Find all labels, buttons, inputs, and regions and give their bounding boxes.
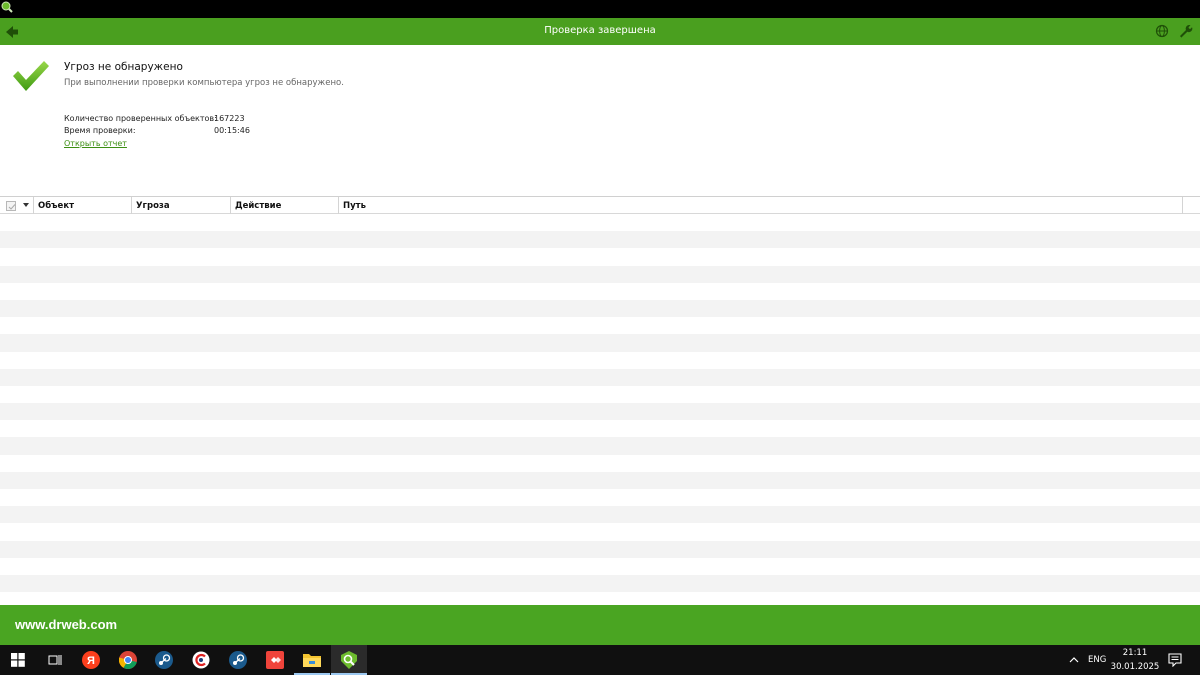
dropdown-arrow-icon[interactable] (23, 203, 29, 207)
globe-icon[interactable] (1155, 24, 1169, 38)
table-row (0, 506, 1200, 524)
drweb-icon (341, 651, 357, 669)
table-row (0, 265, 1200, 283)
chevron-up-icon[interactable] (1068, 654, 1080, 666)
select-all-column (0, 197, 34, 214)
table-row (0, 317, 1200, 334)
steam-icon (155, 651, 173, 669)
scan-result-panel: Угроз не обнаружено При выполнении прове… (0, 45, 1200, 605)
table-row (0, 334, 1200, 352)
column-threat[interactable]: Угроза (132, 197, 231, 214)
table-row (0, 523, 1200, 540)
column-action[interactable]: Действие (231, 197, 339, 214)
chrome-icon (119, 651, 137, 669)
folder-icon (303, 654, 321, 667)
wrench-icon[interactable] (1178, 23, 1193, 38)
ccleaner-icon (192, 651, 210, 669)
checked-objects-label: Количество проверенных объектов: (64, 114, 217, 123)
window-titlebar (0, 0, 1200, 18)
table-row (0, 592, 1200, 605)
column-path[interactable]: Путь (339, 197, 1183, 214)
table-row (0, 558, 1200, 575)
steam[interactable] (146, 645, 182, 675)
yandex-icon: Я (82, 651, 100, 669)
table-row (0, 403, 1200, 421)
task-view-button[interactable] (36, 645, 72, 675)
result-description: При выполнении проверки компьютера угроз… (64, 78, 344, 88)
checkmark-icon (13, 61, 49, 91)
language-indicator[interactable]: ENG (1088, 655, 1106, 665)
table-row (0, 386, 1200, 403)
table-row (0, 489, 1200, 506)
table-row (0, 368, 1200, 386)
windows-icon (11, 653, 25, 667)
table-row (0, 299, 1200, 318)
chrome[interactable] (110, 645, 146, 675)
scan-time-value: 00:15:46 (214, 126, 250, 135)
table-header: Объект Угроза Действие Путь (0, 197, 1200, 214)
file-explorer[interactable] (294, 645, 330, 675)
taskbar: Я ENG 21:11 30.01.2025 (0, 645, 1200, 675)
column-object[interactable]: Объект (34, 197, 132, 214)
checked-objects-value: 167223 (214, 114, 245, 123)
page-title: Проверка завершена (544, 25, 656, 36)
table-row (0, 471, 1200, 489)
check-small-icon (8, 204, 16, 210)
brand-footer: www.drweb.com (0, 605, 1200, 645)
svg-text:Я: Я (87, 655, 95, 667)
ccleaner[interactable] (183, 645, 219, 675)
table-row (0, 437, 1200, 455)
table-row (0, 540, 1200, 558)
yandex-browser[interactable]: Я (73, 645, 109, 675)
notification-icon[interactable] (1168, 653, 1182, 667)
anydesk[interactable] (257, 645, 293, 675)
drweb-app-icon (1, 1, 13, 13)
open-report-link[interactable]: Открыть отчет (64, 139, 127, 148)
result-title: Угроз не обнаружено (64, 61, 183, 73)
steam-2[interactable] (220, 645, 256, 675)
table-body (0, 214, 1200, 605)
app-header: Проверка завершена (0, 18, 1200, 45)
start-button[interactable] (0, 645, 36, 675)
drweb[interactable] (331, 645, 367, 675)
scan-time-label: Время проверки: (64, 126, 136, 135)
drweb-website-link[interactable]: www.drweb.com (15, 617, 117, 632)
steam-icon (229, 651, 247, 669)
table-row (0, 455, 1200, 472)
clock-time[interactable]: 21:11 (1110, 648, 1160, 658)
table-row (0, 248, 1200, 265)
anydesk-icon (266, 651, 284, 669)
clock-date: 30.01.2025 (1110, 662, 1160, 672)
table-row (0, 231, 1200, 249)
table-row (0, 352, 1200, 369)
task-view-icon (48, 655, 62, 665)
table-row (0, 420, 1200, 437)
table-row (0, 283, 1200, 300)
threats-table: Объект Угроза Действие Путь (0, 196, 1200, 605)
table-row (0, 214, 1200, 231)
select-all-checkbox[interactable] (6, 201, 16, 211)
table-row (0, 574, 1200, 593)
